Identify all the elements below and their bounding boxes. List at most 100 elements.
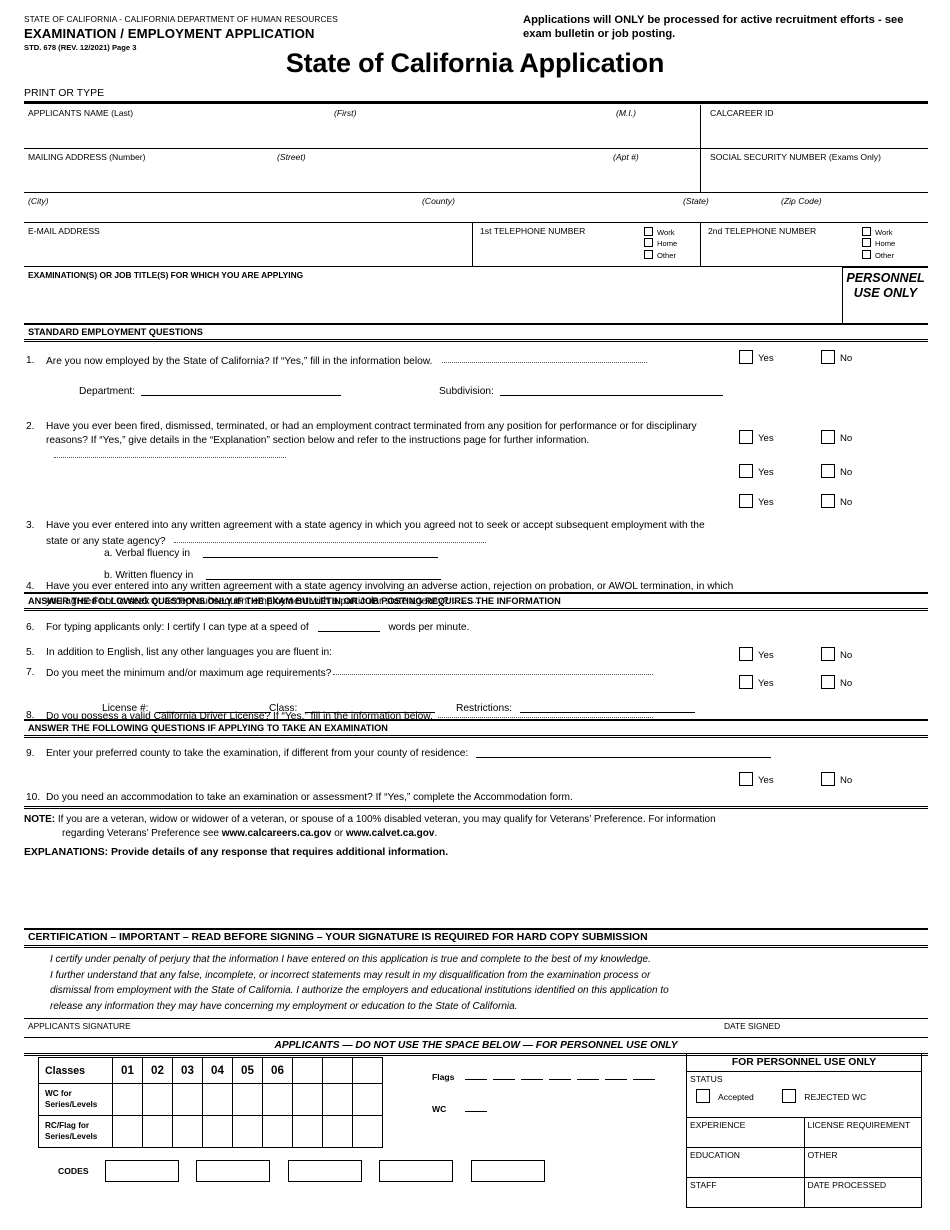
- question-2-no[interactable]: No: [821, 430, 852, 444]
- flag-dash[interactable]: [632, 1073, 655, 1080]
- checkbox-icon[interactable]: [739, 494, 753, 508]
- education-cell[interactable]: EDUCATION: [686, 1147, 805, 1178]
- checkbox-icon[interactable]: [821, 494, 835, 508]
- flag-dash[interactable]: [492, 1073, 515, 1080]
- rc-cell[interactable]: [352, 1115, 383, 1148]
- other-cell[interactable]: OTHER: [803, 1147, 922, 1178]
- checkbox-icon[interactable]: [739, 430, 753, 444]
- question-4-no[interactable]: No: [821, 494, 852, 508]
- phone2-other-option[interactable]: Other: [862, 249, 895, 261]
- checkbox-icon[interactable]: [821, 647, 835, 661]
- wc-cell[interactable]: [172, 1083, 203, 1116]
- license-number-field[interactable]: License #:: [102, 702, 272, 714]
- explanations-blank-area[interactable]: [0, 860, 950, 928]
- class-col-1[interactable]: 01: [112, 1057, 143, 1084]
- question-3-no[interactable]: No: [821, 464, 852, 478]
- checkbox-icon[interactable]: [821, 464, 835, 478]
- wc-cell[interactable]: [262, 1083, 293, 1116]
- rc-cell[interactable]: [112, 1115, 143, 1148]
- question-2-yes[interactable]: Yes: [739, 430, 774, 444]
- question-5b-field[interactable]: b. Written fluency in: [104, 569, 442, 581]
- checkbox-icon[interactable]: [862, 238, 871, 248]
- checkbox-icon[interactable]: [782, 1089, 797, 1103]
- question-1-no[interactable]: No: [821, 350, 852, 364]
- question-7-yes[interactable]: Yes: [739, 647, 774, 661]
- class-col-6[interactable]: 06: [262, 1057, 293, 1084]
- flag-dash[interactable]: [604, 1073, 627, 1080]
- license-requirement-cell[interactable]: LICENSE REQUIREMENT: [803, 1117, 922, 1148]
- class-col-2[interactable]: 02: [142, 1057, 173, 1084]
- rc-cell[interactable]: [262, 1115, 293, 1148]
- typing-speed-input[interactable]: [317, 621, 380, 632]
- phone1-other-option[interactable]: Other: [644, 249, 677, 261]
- checkbox-icon[interactable]: [739, 464, 753, 478]
- status-options[interactable]: Accepted REJECTED WC: [690, 1089, 921, 1103]
- checkbox-icon[interactable]: [821, 350, 835, 364]
- rc-cell[interactable]: [322, 1115, 353, 1148]
- class-col-4[interactable]: 04: [202, 1057, 233, 1084]
- checkbox-icon[interactable]: [644, 227, 653, 236]
- wc-cell[interactable]: [112, 1083, 143, 1116]
- calvet-link[interactable]: www.calvet.ca.gov: [346, 828, 435, 839]
- flag-dash[interactable]: [548, 1073, 571, 1080]
- license-class-field[interactable]: Class:: [269, 702, 436, 714]
- preferred-county-input[interactable]: [476, 747, 772, 758]
- checkbox-icon[interactable]: [739, 647, 753, 661]
- class-col-3[interactable]: 03: [172, 1057, 203, 1084]
- question-1-yes[interactable]: Yes: [739, 350, 774, 364]
- wc-cell[interactable]: [292, 1083, 323, 1116]
- calcareers-link[interactable]: www.calcareers.ca.gov: [222, 828, 332, 839]
- checkbox-icon[interactable]: [739, 350, 753, 364]
- checkbox-icon[interactable]: [821, 430, 835, 444]
- code-input-1[interactable]: [105, 1160, 180, 1182]
- flags-field[interactable]: Flags: [432, 1072, 661, 1082]
- checkbox-icon[interactable]: [862, 227, 871, 236]
- wc-cell[interactable]: [232, 1083, 263, 1116]
- class-col-7[interactable]: [292, 1057, 323, 1084]
- wc-cell[interactable]: [202, 1083, 233, 1116]
- class-col-5[interactable]: 05: [232, 1057, 263, 1084]
- class-col-8[interactable]: [322, 1057, 353, 1084]
- date-processed-cell[interactable]: DATE PROCESSED: [803, 1177, 922, 1208]
- rc-cell[interactable]: [142, 1115, 173, 1148]
- code-input-4[interactable]: [379, 1160, 454, 1182]
- checkbox-icon[interactable]: [644, 238, 653, 248]
- question-7-no[interactable]: No: [821, 647, 852, 661]
- wc-cell[interactable]: [352, 1083, 383, 1116]
- question-8-no[interactable]: No: [821, 675, 852, 689]
- wc-cell[interactable]: [322, 1083, 353, 1116]
- wc-cell[interactable]: [142, 1083, 173, 1116]
- flag-dash[interactable]: [576, 1073, 599, 1080]
- signature-row[interactable]: APPLICANTS SIGNATURE DATE SIGNED: [24, 1019, 928, 1037]
- rc-cell[interactable]: [292, 1115, 323, 1148]
- question-3-yes[interactable]: Yes: [739, 464, 774, 478]
- experience-cell[interactable]: EXPERIENCE: [686, 1117, 805, 1148]
- phone2-type-options[interactable]: Work Home Other: [862, 227, 895, 261]
- checkbox-icon[interactable]: [821, 675, 835, 689]
- staff-cell[interactable]: STAFF: [686, 1177, 805, 1208]
- question-1-subdivision-field[interactable]: Subdivision:: [439, 385, 723, 397]
- flag-dash[interactable]: [464, 1073, 487, 1080]
- question-10-no[interactable]: No: [821, 772, 852, 786]
- question-8-yes[interactable]: Yes: [739, 675, 774, 689]
- rc-cell[interactable]: [172, 1115, 203, 1148]
- checkbox-icon[interactable]: [696, 1089, 710, 1103]
- question-4-yes[interactable]: Yes: [739, 494, 774, 508]
- checkbox-icon[interactable]: [644, 249, 653, 259]
- checkbox-icon[interactable]: [862, 249, 871, 259]
- question-5a-field[interactable]: a. Verbal fluency in: [104, 547, 438, 559]
- code-input-5[interactable]: [470, 1160, 545, 1182]
- code-input-3[interactable]: [287, 1160, 362, 1182]
- exam-titles-row[interactable]: EXAMINATION(S) OR JOB TITLE(S) FOR WHICH…: [24, 267, 928, 325]
- wc-dash[interactable]: [464, 1105, 487, 1112]
- phone2-work-option[interactable]: Work: [862, 227, 895, 238]
- rc-cell[interactable]: [232, 1115, 263, 1148]
- question-10-yes[interactable]: Yes: [739, 772, 774, 786]
- code-input-2[interactable]: [196, 1160, 271, 1182]
- class-col-9[interactable]: [352, 1057, 383, 1084]
- license-restrictions-field[interactable]: Restrictions:: [456, 702, 695, 714]
- phone1-type-options[interactable]: Work Home Other: [644, 227, 677, 261]
- flag-dash[interactable]: [520, 1073, 543, 1080]
- phone1-work-option[interactable]: Work: [644, 227, 677, 238]
- question-1-department-field[interactable]: Department:: [79, 385, 341, 397]
